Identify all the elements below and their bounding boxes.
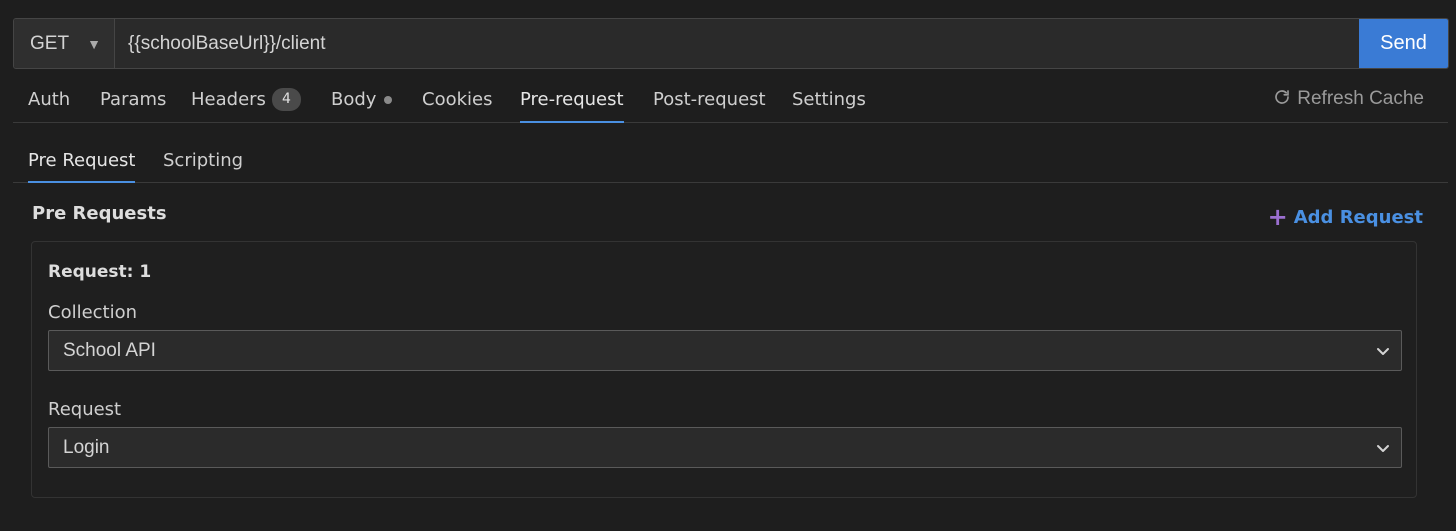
- plus-icon: +: [1267, 203, 1288, 231]
- body-modified-dot: [384, 96, 393, 104]
- tab-label: Headers: [191, 89, 266, 110]
- pre-requests-heading: Pre Requests: [32, 203, 167, 224]
- collection-label: Collection: [48, 302, 138, 323]
- tab-headers[interactable]: Headers 4: [191, 78, 301, 123]
- headers-count-badge: 4: [271, 87, 301, 111]
- subtab-pre-request[interactable]: Pre Request: [28, 140, 136, 183]
- tab-settings[interactable]: Settings: [792, 78, 866, 123]
- card-title: Request: 1: [48, 262, 152, 282]
- refresh-icon: [1275, 90, 1290, 104]
- pre-request-subtabs: Pre Request Scripting: [13, 140, 1448, 183]
- tab-label: Post-request: [653, 89, 766, 110]
- add-request-button[interactable]: + Add Request: [1268, 203, 1423, 231]
- url-input[interactable]: [115, 19, 1359, 68]
- refresh-cache-button[interactable]: Refresh Cache: [1273, 78, 1424, 123]
- pre-request-card: Request: 1 Collection School API Request…: [31, 241, 1417, 498]
- tab-label: Body: [331, 89, 377, 110]
- subtab-scripting[interactable]: Scripting: [163, 140, 243, 183]
- request-tabs: Auth Params Headers 4 Body Cookies Pre-re…: [13, 78, 1448, 123]
- method-label: GET: [30, 32, 70, 54]
- add-request-label: Add Request: [1293, 207, 1423, 228]
- request-select[interactable]: Login: [48, 427, 1402, 468]
- chevron-down-icon: [1377, 348, 1389, 355]
- request-label: Request: [48, 399, 122, 420]
- refresh-cache-label: Refresh Cache: [1297, 88, 1424, 109]
- tab-post-request[interactable]: Post-request: [653, 78, 766, 123]
- subtab-label: Scripting: [163, 150, 244, 171]
- tab-label: Auth: [28, 89, 71, 110]
- collection-select[interactable]: School API: [48, 330, 1402, 371]
- tab-body[interactable]: Body: [331, 78, 393, 123]
- chevron-down-icon: [1377, 445, 1389, 452]
- tab-label: Cookies: [422, 89, 493, 110]
- caret-down-icon: ▼: [87, 35, 101, 52]
- method-dropdown[interactable]: GET ▼: [14, 19, 115, 68]
- request-url-bar: GET ▼ Send: [13, 18, 1449, 69]
- collection-value: School API: [63, 340, 156, 361]
- tab-label: Params: [100, 89, 167, 110]
- tab-params[interactable]: Params: [100, 78, 166, 123]
- tab-pre-request[interactable]: Pre-request: [520, 78, 624, 123]
- tab-auth[interactable]: Auth: [28, 78, 70, 123]
- subtab-label: Pre Request: [28, 150, 136, 171]
- tab-label: Settings: [792, 89, 866, 110]
- request-value: Login: [63, 437, 110, 458]
- tab-label: Pre-request: [520, 89, 624, 110]
- tab-cookies[interactable]: Cookies: [422, 78, 492, 123]
- send-button[interactable]: Send: [1359, 19, 1448, 68]
